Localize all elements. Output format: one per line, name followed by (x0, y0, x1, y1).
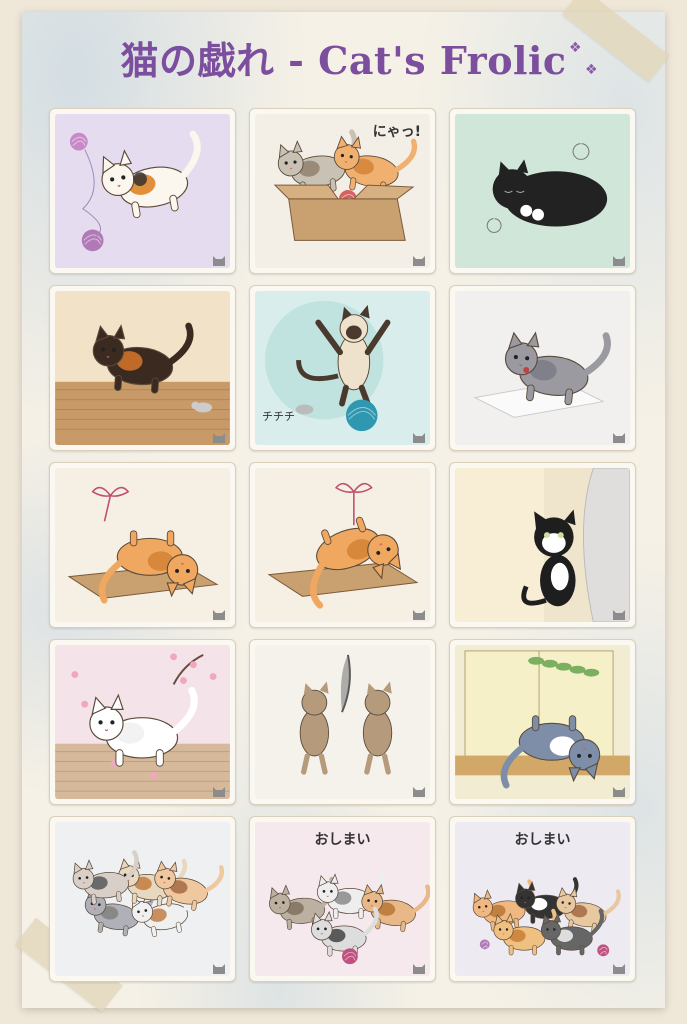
cat-head-icon (611, 783, 627, 797)
comic-panel-12 (449, 639, 636, 805)
comic-panel-1 (49, 108, 236, 274)
panel-illustration-orange-cat-ribbon-play (255, 468, 430, 622)
cat-head-icon (611, 252, 627, 266)
cat-head-icon (211, 960, 227, 974)
comic-panel-3 (449, 108, 636, 274)
panel-illustration-tortie-stalking-mouse (55, 291, 230, 445)
comic-panel-8 (249, 462, 436, 628)
comic-panel-2: にゃっ! (249, 108, 436, 274)
cat-head-icon (411, 252, 427, 266)
speech-caption: おしまい (514, 832, 571, 848)
speech-caption: チチチ (262, 410, 295, 423)
cat-head-icon (411, 606, 427, 620)
panel-illustration-orange-cat-rolling-ribbon (55, 468, 230, 622)
cat-head-icon (411, 960, 427, 974)
panel-illustration-calico-chasing-yarn (55, 114, 230, 268)
cat-head-icon (611, 429, 627, 443)
panel-illustration-gray-cat-on-pillow (455, 291, 630, 445)
comic-panel-14: おしまい (249, 816, 436, 982)
speech-caption: おしまい (314, 832, 371, 848)
panel-illustration-tabbies-with-feather (255, 645, 430, 799)
comic-panel-6 (449, 285, 636, 451)
paw-prints-icon: ❖ ❖ (569, 40, 598, 78)
cat-head-icon (411, 783, 427, 797)
panel-illustration-white-cat-cherry-blossoms (55, 645, 230, 799)
panel-illustration-tuxedo-peeking-curtain (455, 468, 630, 622)
comic-panel-9 (449, 462, 636, 628)
comic-panel-4 (49, 285, 236, 451)
speech-caption: にゃっ! (372, 124, 421, 140)
comic-panel-10 (49, 639, 236, 805)
cat-head-icon (211, 783, 227, 797)
cat-head-icon (211, 429, 227, 443)
comic-grid: にゃっ! チチチ おしまい おしまい (49, 108, 636, 982)
panel-illustration-cat-napping-window (455, 645, 630, 799)
comic-panel-11 (249, 639, 436, 805)
cat-head-icon (611, 960, 627, 974)
panel-illustration-kittens-cuddle-pile (55, 822, 230, 976)
comic-panel-13 (49, 816, 236, 982)
cat-head-icon (211, 252, 227, 266)
panel-illustration-black-cat-sleeping (455, 114, 630, 268)
comic-panel-7 (49, 462, 236, 628)
cat-head-icon (611, 606, 627, 620)
cat-head-icon (411, 429, 427, 443)
cat-head-icon (211, 606, 227, 620)
comic-panel-5: チチチ (249, 285, 436, 451)
comic-panel-15: おしまい (449, 816, 636, 982)
